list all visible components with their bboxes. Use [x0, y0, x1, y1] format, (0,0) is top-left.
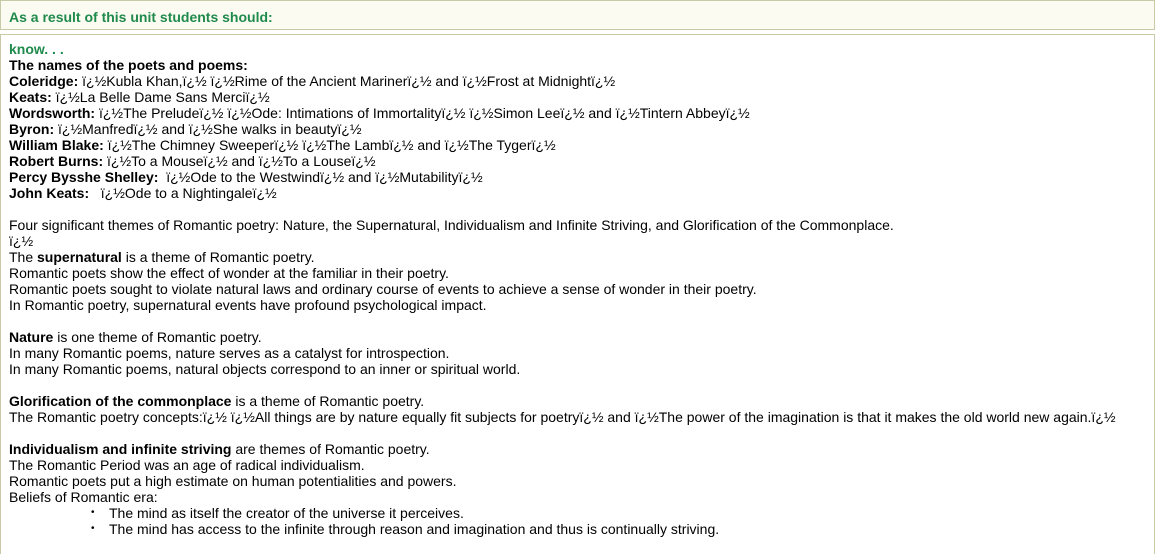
poet-name: Percy Bysshe Shelley:	[9, 169, 159, 185]
list-item: The mind as itself the creator of the un…	[91, 505, 1154, 521]
poet-works: ï¿½Ode to the Westwindï¿½ and ï¿½Mutabil…	[158, 169, 483, 185]
individualism-line: Beliefs of Romantic era:	[9, 489, 158, 505]
individualism-heading: Individualism and infinite striving are …	[9, 441, 1154, 457]
nature-keyword: Nature	[9, 329, 54, 345]
supernatural-post: is a theme of Romantic poetry.	[121, 249, 315, 265]
nature-post: is one theme of Romantic poetry.	[53, 329, 262, 345]
poet-name: William Blake:	[9, 137, 104, 153]
individualism-post: are themes of Romantic poetry.	[231, 441, 430, 457]
individualism-line: The Romantic Period was an age of radica…	[9, 457, 365, 473]
poet-works: ï¿½To a Mouseï¿½ and ï¿½To a Louseï¿½	[103, 153, 376, 169]
poet-works: ï¿½The Chimney Sweeperï¿½ ï¿½The Lambï¿½…	[103, 137, 556, 153]
poet-works: ï¿½The Preludeï¿½ ï¿½Ode: Intimations of…	[95, 105, 750, 121]
header-title: As a result of this unit students should…	[9, 9, 273, 25]
poet-line: Robert Burns: ï¿½To a Mouseï¿½ and ï¿½To…	[9, 153, 1154, 169]
commonplace-post: is a theme of Romantic poetry.	[231, 393, 425, 409]
poet-works: ï¿½Kubla Khan,ï¿½ ï¿½Rime of the Ancient…	[78, 73, 616, 89]
beliefs-list: The mind as itself the creator of the un…	[9, 505, 1154, 537]
nature-line: In many Romantic poems, natural objects …	[9, 361, 521, 377]
supernatural-keyword: supernatural	[37, 249, 122, 265]
poet-line: John Keats: ï¿½Ode to a Nightingaleï¿½	[9, 185, 1154, 201]
supernatural-pre: The	[9, 249, 38, 265]
poet-name: Byron:	[9, 121, 55, 137]
supernatural-line: Romantic poets sought to violate natural…	[9, 281, 757, 297]
poet-works: ï¿½Ode to a Nightingaleï¿½	[89, 185, 277, 201]
poet-name: Keats:	[9, 89, 52, 105]
commonplace-keyword: Glorification of the commonplace	[9, 393, 232, 409]
poet-works: ï¿½La Belle Dame Sans Merciï¿½	[51, 89, 270, 105]
poet-line: Byron: ï¿½Manfredï¿½ and ï¿½She walks in…	[9, 121, 1154, 137]
individualism-keyword: Individualism and infinite striving	[9, 441, 232, 457]
poet-name: Wordsworth:	[9, 105, 96, 121]
know-label: know. . .	[9, 41, 64, 57]
supernatural-heading: The supernatural is a theme of Romantic …	[9, 249, 1154, 265]
supernatural-line: In Romantic poetry, supernatural events …	[9, 297, 487, 313]
commonplace-line: The Romantic poetry concepts:ï¿½ ï¿½All …	[9, 409, 1116, 425]
poet-line: Wordsworth: ï¿½The Preludeï¿½ ï¿½Ode: In…	[9, 105, 1154, 121]
list-item: The mind has access to the infinite thro…	[91, 521, 1154, 537]
supernatural-line: Romantic poets show the effect of wonder…	[9, 265, 449, 281]
poet-line: Keats: ï¿½La Belle Dame Sans Merciï¿½	[9, 89, 1154, 105]
content-panel: know. . . The names of the poets and poe…	[0, 34, 1155, 554]
stray-text: ï¿½	[9, 233, 34, 249]
poet-name: Robert Burns:	[9, 153, 104, 169]
nature-line: In many Romantic poems, nature serves as…	[9, 345, 450, 361]
poet-line: Coleridge: ï¿½Kubla Khan,ï¿½ ï¿½Rime of …	[9, 73, 1154, 89]
poet-line: William Blake: ï¿½The Chimney Sweeperï¿½…	[9, 137, 1154, 153]
poet-name: Coleridge:	[9, 73, 79, 89]
objectives-header: As a result of this unit students should…	[0, 0, 1155, 30]
poet-works: ï¿½Manfredï¿½ and ï¿½She walks in beauty…	[54, 121, 362, 137]
nature-heading: Nature is one theme of Romantic poetry.	[9, 329, 1154, 345]
names-heading: The names of the poets and poems:	[9, 57, 248, 73]
themes-intro: Four significant themes of Romantic poet…	[9, 217, 894, 233]
poet-line: Percy Bysshe Shelley: ï¿½Ode to the West…	[9, 169, 1154, 185]
individualism-line: Romantic poets put a high estimate on hu…	[9, 473, 457, 489]
poet-name: John Keats:	[9, 185, 90, 201]
commonplace-heading: Glorification of the commonplace is a th…	[9, 393, 1154, 409]
content-body: know. . . The names of the poets and poe…	[9, 41, 1154, 537]
